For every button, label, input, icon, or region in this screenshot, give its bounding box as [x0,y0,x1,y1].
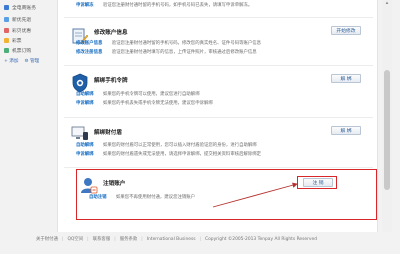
divider: | [87,236,89,242]
footer-links: 关于财付通 | QQ空间 | 联系客服 | 服务条款 | Internation… [36,236,318,243]
footer-link-qzone[interactable]: QQ空间 [67,236,83,242]
footer-link-about[interactable]: 关于财付通 [36,236,58,242]
divider: | [61,236,64,242]
scroll-up-icon[interactable]: ▴ [383,0,391,6]
divider: | [199,236,202,242]
footer-link-international[interactable]: International Business [147,237,196,242]
scroll-thumb[interactable] [384,70,390,190]
footer: 关于财付通 | QQ空间 | 联系客服 | 服务条款 | Internation… [0,232,400,254]
copyright-text: Copyright ©2005-2013 Tenpay All Rights R… [205,236,318,242]
footer-link-contact[interactable]: 联系客服 [93,236,111,242]
pointer-arrow [212,182,298,208]
footer-link-terms[interactable]: 服务条款 [120,236,138,242]
scrollbar[interactable]: ▴ ▾ [382,0,392,240]
divider: | [141,236,143,242]
divider: | [114,236,116,242]
